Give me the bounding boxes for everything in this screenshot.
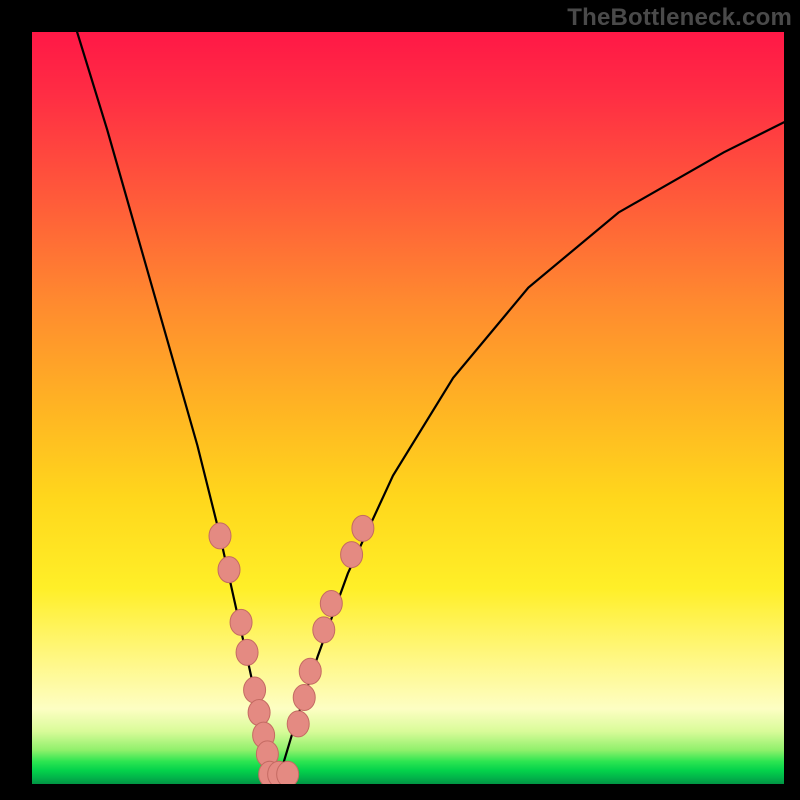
- curve-marker: [320, 591, 342, 617]
- curve-marker: [236, 639, 258, 665]
- curve-marker: [352, 515, 374, 541]
- plot-area: [32, 32, 784, 784]
- curve-marker: [287, 711, 309, 737]
- curve-marker: [218, 557, 240, 583]
- curve-marker: [341, 542, 363, 568]
- curve-marker: [293, 685, 315, 711]
- watermark-text: TheBottleneck.com: [567, 4, 792, 32]
- curve-marker: [248, 700, 270, 726]
- curve-marker: [277, 761, 299, 784]
- curve-marker: [230, 609, 252, 635]
- chart-frame: TheBottleneck.com: [0, 0, 800, 800]
- curve-marker: [209, 523, 231, 549]
- curve-marker: [244, 677, 266, 703]
- curve-marker: [299, 658, 321, 684]
- curve-marker: [313, 617, 335, 643]
- bottleneck-curve: [32, 32, 784, 784]
